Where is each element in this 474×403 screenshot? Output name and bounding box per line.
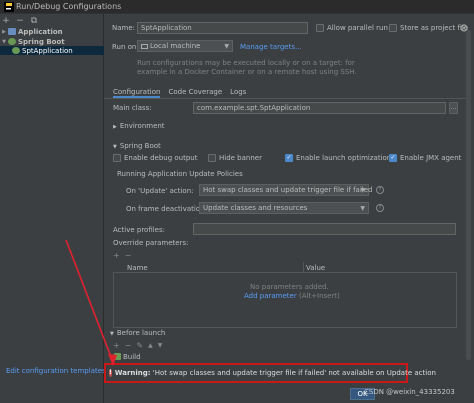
before-launch-section[interactable]: ▼ Before launch (110, 329, 165, 337)
column-divider (303, 262, 304, 272)
chevron-down-icon: ▼ (360, 187, 365, 194)
remove-task-button[interactable]: − (125, 341, 132, 351)
manage-targets-link[interactable]: Manage targets... (240, 43, 302, 51)
move-up-button[interactable]: ▲ (148, 341, 153, 351)
override-parameters-header: Name Value (113, 262, 457, 273)
tree-item-spt-application[interactable]: SptApplication (0, 46, 104, 55)
active-profiles-field[interactable] (193, 223, 456, 235)
chevron-down-icon: ▼ (224, 43, 229, 50)
chevron-down-icon: ▼ (113, 144, 117, 150)
debug-output-label: Enable debug output (124, 154, 198, 162)
main-class-browse-button[interactable]: ... (449, 102, 458, 114)
add-config-button[interactable]: + (2, 16, 10, 26)
update-action-select[interactable]: Hot swap classes and update trigger file… (199, 184, 372, 196)
add-parameter-shortcut: (Alt+Insert) (296, 292, 340, 300)
active-profiles-label: Active profiles: (113, 226, 165, 234)
before-launch-toolbar: + − ✎ ▲ ▼ (113, 341, 162, 351)
hide-banner-checkbox[interactable] (208, 154, 216, 162)
warning-text: Warning: 'Hot swap classes and update tr… (114, 369, 436, 377)
environment-section[interactable]: ▶ Environment (113, 122, 165, 130)
app-icon (4, 2, 14, 12)
error-icon: ! (109, 369, 112, 377)
column-header-value[interactable]: Value (306, 264, 325, 272)
vertical-scrollbar[interactable] (466, 30, 471, 360)
warning-banner: ! Warning: 'Hot swap classes and update … (104, 363, 436, 383)
computer-icon (141, 43, 148, 49)
override-parameters-label: Override parameters: (113, 239, 189, 247)
edit-task-button[interactable]: ✎ (136, 341, 143, 351)
launch-optimization-checkbox[interactable]: ✓ (285, 154, 293, 162)
chevron-down-icon: ▼ (110, 331, 114, 337)
empty-table-text: No parameters added. (250, 283, 329, 291)
help-icon[interactable]: ? (376, 204, 384, 212)
add-parameter-button[interactable]: + (113, 251, 120, 261)
tab-logs[interactable]: Logs (230, 88, 246, 98)
store-as-file-checkbox[interactable] (389, 24, 397, 32)
override-parameters-toolbar: + − (113, 251, 131, 261)
jmx-agent-checkbox[interactable]: ✓ (389, 154, 397, 162)
frame-deactivation-select[interactable]: Update classes and resources ▼ (199, 202, 369, 214)
title-bar: Run/Debug Configurations (0, 0, 474, 14)
remove-config-button[interactable]: − (16, 16, 24, 26)
run-on-hint-line-1: Run configurations may be executed local… (137, 59, 355, 67)
main-class-label: Main class: (113, 104, 152, 112)
add-task-button[interactable]: + (113, 341, 120, 351)
store-as-file-label: Store as project file (400, 24, 469, 32)
move-down-button[interactable]: ▼ (158, 341, 163, 351)
main-class-field[interactable]: com.example.spt.SptApplication (193, 102, 446, 114)
allow-parallel-checkbox[interactable] (316, 24, 324, 32)
remove-parameter-button[interactable]: − (125, 251, 132, 261)
tab-code-coverage[interactable]: Code Coverage (168, 88, 222, 98)
add-parameter-hint: Add parameter (Alt+Insert) (244, 292, 340, 300)
config-tabs: Configuration Code Coverage Logs (113, 88, 246, 98)
tree-item-application[interactable]: ▶ Application (0, 27, 104, 36)
watermark: CSDN @weixin_43335203 (364, 388, 455, 396)
copy-config-button[interactable]: ⧉ (30, 16, 38, 26)
column-header-name[interactable]: Name (127, 264, 148, 272)
before-launch-build-item[interactable]: Build (112, 352, 460, 361)
spring-boot-icon (12, 47, 20, 54)
run-on-label: Run on: (112, 43, 139, 51)
update-policies-title: Running Application Update Policies (117, 170, 243, 178)
edit-templates-link[interactable]: Edit configuration templates... (6, 367, 112, 375)
chevron-down-icon: ▼ (360, 205, 365, 212)
run-on-select[interactable]: Local machine ▼ (137, 40, 233, 52)
application-icon (8, 28, 16, 35)
chevron-right-icon: ▶ (113, 124, 117, 130)
spring-boot-section[interactable]: ▼ Spring Boot (113, 142, 161, 150)
window-title: Run/Debug Configurations (16, 2, 122, 11)
config-tree-pane (0, 14, 104, 403)
spring-boot-icon (8, 38, 16, 45)
run-on-hint-line-2: example in a Docker Container or on a re… (137, 68, 357, 76)
jmx-agent-label: Enable JMX agent (400, 154, 462, 162)
update-action-label: On 'Update' action: (126, 187, 194, 195)
chevron-right-icon: ▶ (2, 28, 6, 35)
tree-toolbar: + − ⧉ (2, 16, 38, 26)
tab-configuration[interactable]: Configuration (113, 88, 161, 98)
frame-deactivation-label: On frame deactivation: (126, 205, 207, 213)
help-icon[interactable]: ? (376, 186, 384, 194)
tree-item-spring-boot[interactable]: ▼ Spring Boot (0, 37, 104, 46)
name-field[interactable]: SptApplication (137, 22, 308, 34)
allow-parallel-label: Allow parallel run (327, 24, 388, 32)
hammer-icon (114, 353, 121, 360)
tabs-divider (104, 98, 466, 99)
debug-output-checkbox[interactable] (113, 154, 121, 162)
hide-banner-label: Hide banner (219, 154, 262, 162)
add-parameter-link[interactable]: Add parameter (244, 292, 297, 300)
launch-optimization-label: Enable launch optimization (296, 154, 392, 162)
chevron-down-icon: ▼ (2, 38, 6, 45)
name-label: Name: (112, 24, 136, 32)
